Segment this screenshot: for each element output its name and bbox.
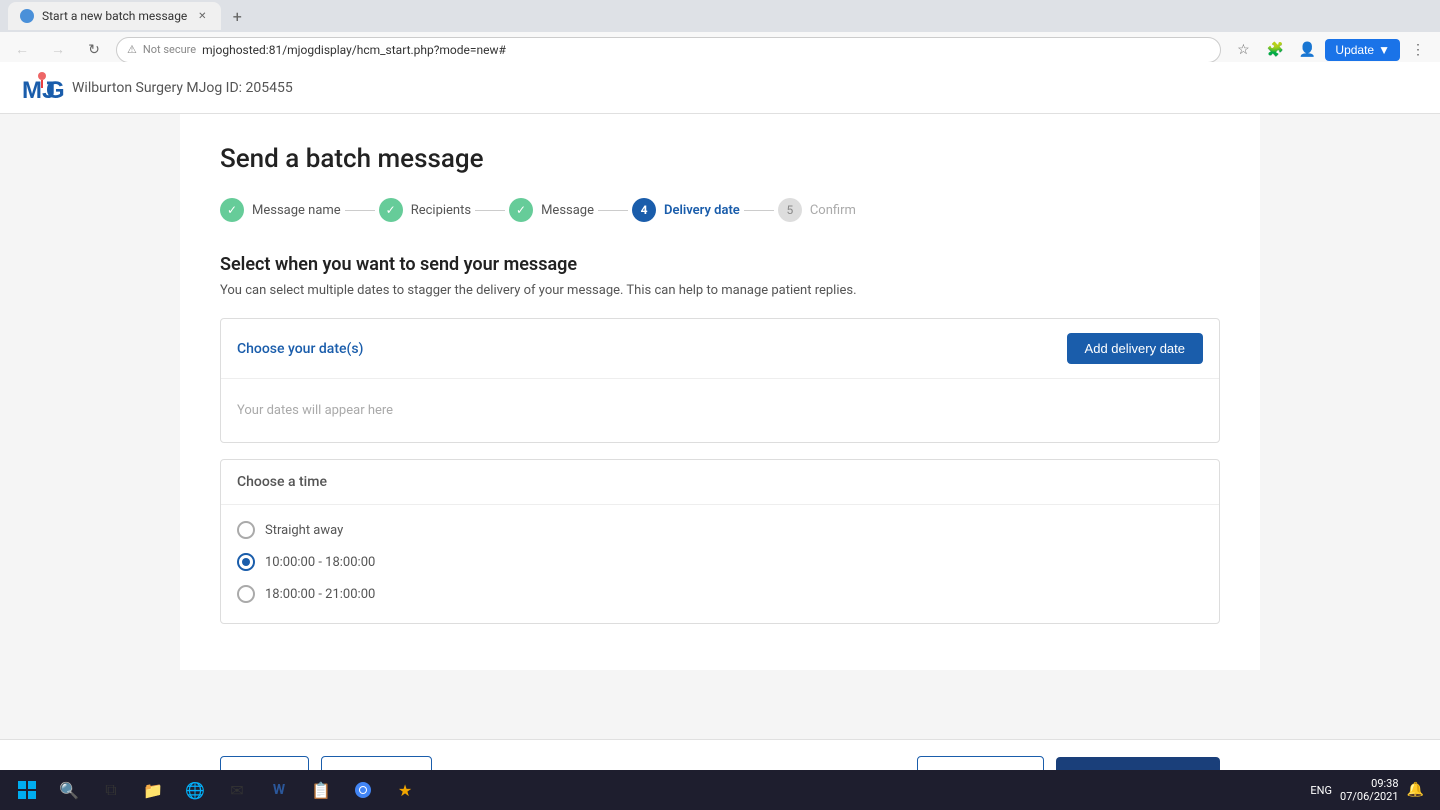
stepper: ✓ Message name ✓ Recipients ✓ Message (220, 198, 1220, 222)
search-taskbar-button[interactable]: 🔍 (50, 774, 88, 806)
logo-area: MJ G Wilburton Surgery MJog ID: 205455 (20, 66, 293, 110)
edge-icon: 🌐 (184, 779, 206, 801)
taskbar-lang: ENG (1310, 784, 1332, 797)
taskbar-clock: 09:38 07/06/2021 (1340, 777, 1399, 803)
app7-button[interactable]: 📋 (302, 774, 340, 806)
menu-button[interactable]: ⋮ (1404, 36, 1432, 64)
choose-dates-label: Choose your date(s) (237, 341, 363, 357)
step-1-circle: ✓ (220, 198, 244, 222)
step-recipients: ✓ Recipients (379, 198, 471, 222)
file-explorer-button[interactable]: 📁 (134, 774, 172, 806)
step-2-label: Recipients (411, 203, 471, 218)
security-icon: ⚠ (127, 43, 137, 56)
date-picker-card: Choose your date(s) Add delivery date Yo… (220, 318, 1220, 443)
taskbar-date-display: 07/06/2021 (1340, 790, 1399, 803)
step-4-label: Delivery date (664, 203, 740, 218)
forward-button[interactable]: → (44, 36, 72, 64)
new-tab-button[interactable]: + (225, 4, 249, 28)
back-button[interactable]: ← (8, 36, 36, 64)
org-label: Wilburton Surgery MJog ID: 205455 (72, 80, 293, 96)
windows-icon (16, 779, 38, 801)
time-label-morning: 10:00:00 - 18:00:00 (265, 555, 375, 570)
tab-title: Start a new batch message (42, 9, 187, 23)
radio-morning[interactable] (237, 553, 255, 571)
security-label: Not secure (143, 43, 196, 56)
step-message-name: ✓ Message name (220, 198, 341, 222)
step-3-circle: ✓ (509, 198, 533, 222)
mjog-logo: MJ G (20, 66, 64, 110)
tab-favicon (20, 9, 34, 23)
step-confirm: 5 Confirm (778, 198, 856, 222)
time-picker-card: Choose a time Straight away 10:00:00 - 1… (220, 459, 1220, 624)
content-card: Send a batch message ✓ Message name ✓ Re… (180, 114, 1260, 670)
time-options: Straight away 10:00:00 - 18:00:00 18:00:… (221, 505, 1219, 623)
app-header: MJ G Wilburton Surgery MJog ID: 205455 (0, 62, 1440, 114)
step-connector-1 (345, 210, 375, 211)
search-taskbar-icon: 🔍 (58, 779, 80, 801)
taskbar: 🔍 ⧉ 📁 🌐 ✉ W 📋 ★ ENG 09:38 07/06/2021 (0, 770, 1440, 810)
step-1-label: Message name (252, 203, 341, 218)
svg-text:G: G (46, 77, 64, 104)
time-option-evening[interactable]: 18:00:00 - 21:00:00 (237, 585, 1203, 603)
section-title: Select when you want to send your messag… (220, 254, 1220, 275)
time-label-evening: 18:00:00 - 21:00:00 (265, 587, 375, 602)
radio-straight-away[interactable] (237, 521, 255, 539)
update-button[interactable]: Update ▼ (1325, 39, 1400, 61)
logo-svg: MJ G (20, 66, 64, 110)
app9-button[interactable]: ★ (386, 774, 424, 806)
update-label: Update (1335, 43, 1374, 57)
add-delivery-date-button[interactable]: Add delivery date (1067, 333, 1203, 364)
time-label-straight-away: Straight away (265, 523, 343, 538)
task-view-button[interactable]: ⧉ (92, 774, 130, 806)
step-2-circle: ✓ (379, 198, 403, 222)
step-4-circle: 4 (632, 198, 656, 222)
chrome-icon (352, 779, 374, 801)
address-bar[interactable]: ⚠ Not secure mjoghosted:81/mjogdisplay/h… (116, 37, 1221, 63)
word-icon: W (268, 779, 290, 801)
edge-browser-button[interactable]: 🌐 (176, 774, 214, 806)
address-text: mjoghosted:81/mjogdisplay/hcm_start.php?… (202, 43, 1210, 57)
dates-placeholder: Your dates will appear here (221, 379, 1219, 442)
mail-icon: ✉ (226, 779, 248, 801)
step-5-label: Confirm (810, 203, 856, 218)
update-chevron-icon: ▼ (1378, 43, 1390, 57)
step-delivery-date: 4 Delivery date (632, 198, 740, 222)
chrome-button[interactable] (344, 774, 382, 806)
taskbar-right: ENG 09:38 07/06/2021 🔔 (1310, 777, 1432, 803)
step-3-label: Message (541, 203, 594, 218)
date-picker-header: Choose your date(s) Add delivery date (221, 319, 1219, 379)
browser-chrome: Start a new batch message ✕ + ← → ↻ ⚠ No… (0, 0, 1440, 62)
task-view-icon: ⧉ (100, 779, 122, 801)
step-connector-4 (744, 210, 774, 211)
page-title: Send a batch message (220, 144, 1220, 174)
time-option-morning[interactable]: 10:00:00 - 18:00:00 (237, 553, 1203, 571)
step-message: ✓ Message (509, 198, 594, 222)
active-tab[interactable]: Start a new batch message ✕ (8, 2, 221, 30)
step-connector-3 (598, 210, 628, 211)
start-button[interactable] (8, 774, 46, 806)
toolbar-actions: ☆ 🧩 👤 Update ▼ ⋮ (1229, 36, 1432, 64)
browser-titlebar: Start a new batch message ✕ + (0, 0, 1440, 32)
word-button[interactable]: W (260, 774, 298, 806)
radio-evening[interactable] (237, 585, 255, 603)
tab-close-btn[interactable]: ✕ (195, 9, 209, 23)
mail-button[interactable]: ✉ (218, 774, 256, 806)
step-5-circle: 5 (778, 198, 802, 222)
profile-button[interactable]: 👤 (1293, 36, 1321, 64)
refresh-button[interactable]: ↻ (80, 36, 108, 64)
file-explorer-icon: 📁 (142, 779, 164, 801)
main-content: Send a batch message ✓ Message name ✓ Re… (0, 114, 1440, 739)
app7-icon: 📋 (310, 779, 332, 801)
choose-time-label: Choose a time (237, 474, 327, 490)
time-option-straight-away[interactable]: Straight away (237, 521, 1203, 539)
extensions-button[interactable]: 🧩 (1261, 36, 1289, 64)
taskbar-time-display: 09:38 (1371, 777, 1398, 790)
app-container: MJ G Wilburton Surgery MJog ID: 205455 S… (0, 62, 1440, 810)
bookmark-star-button[interactable]: ☆ (1229, 36, 1257, 64)
notification-icon[interactable]: 🔔 (1407, 782, 1424, 798)
step-connector-2 (475, 210, 505, 211)
section-desc: You can select multiple dates to stagger… (220, 283, 1220, 298)
time-picker-header: Choose a time (221, 460, 1219, 505)
app9-icon: ★ (394, 779, 416, 801)
